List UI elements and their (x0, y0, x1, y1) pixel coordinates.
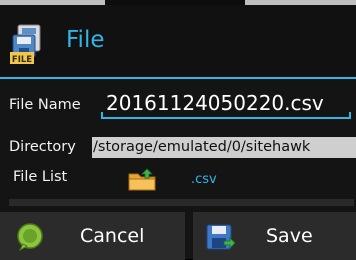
file-extension: .csv (191, 172, 217, 187)
svg-text:FILE: FILE (12, 55, 32, 65)
file-name-underline (101, 112, 351, 119)
file-list-label: File List (13, 169, 68, 185)
directory-field[interactable]: /storage/emulated/0/sitehawk (92, 137, 356, 158)
cancel-label: Cancel (80, 225, 145, 247)
save-button[interactable]: Save (193, 212, 356, 260)
file-name-label: File Name (9, 97, 81, 113)
chat-bubble-icon (17, 223, 43, 252)
file-list[interactable] (9, 199, 354, 206)
file-dialog: FILE File File Name Directory /storage/e… (0, 5, 356, 260)
dialog-title: File (66, 27, 105, 53)
cancel-button[interactable]: Cancel (0, 212, 185, 260)
dialog-header: FILE File (0, 5, 356, 76)
header-divider (0, 77, 356, 79)
save-label: Save (266, 225, 313, 247)
folder-icon[interactable] (127, 168, 157, 192)
file-name-input[interactable] (104, 87, 352, 119)
floppy-disk-icon (206, 224, 235, 250)
directory-label: Directory (9, 139, 76, 155)
file-icon: FILE (10, 24, 41, 65)
